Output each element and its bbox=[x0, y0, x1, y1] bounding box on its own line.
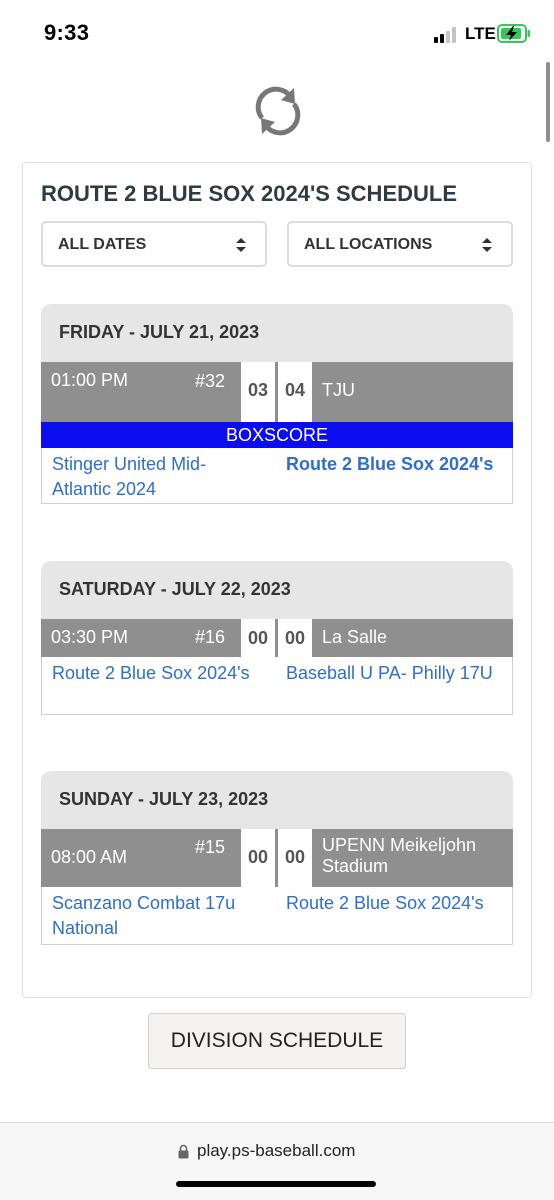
locations-select-value: ALL LOCATIONS bbox=[304, 236, 433, 253]
game-row[interactable]: 03:30 PM #16 00 00 La Salle bbox=[41, 619, 513, 657]
game-time: 03:30 PM bbox=[51, 627, 129, 647]
game-row[interactable]: 01:00 PM #32 03 04 TJU bbox=[41, 362, 513, 422]
teams-row: Route 2 Blue Sox 2024's Baseball U PA- P… bbox=[41, 657, 513, 715]
locations-select[interactable]: ALL LOCATIONS bbox=[287, 221, 513, 267]
network-label: LTE bbox=[465, 24, 496, 43]
refresh-icon[interactable] bbox=[254, 86, 302, 136]
game-number: #15 bbox=[195, 837, 226, 857]
select-arrows-icon bbox=[482, 238, 492, 252]
boxscore-link[interactable]: BOXSCORE bbox=[41, 422, 513, 448]
home-indicator[interactable] bbox=[176, 1181, 376, 1187]
team-link[interactable]: Route 2 Blue Sox 2024's bbox=[286, 891, 506, 916]
score-away: 00 bbox=[278, 829, 312, 887]
game-row[interactable]: 08:00 AM #15 00 00 UPENN Meikeljohn Stad… bbox=[41, 829, 513, 887]
status-bar: 9:33 LTE bbox=[0, 0, 554, 66]
division-schedule-button[interactable]: DIVISION SCHEDULE bbox=[148, 1013, 406, 1069]
day-block-friday: FRIDAY - JULY 21, 2023 01:00 PM #32 03 0… bbox=[41, 304, 513, 504]
dates-select[interactable]: ALL DATES bbox=[41, 221, 267, 267]
score-home: 00 bbox=[241, 829, 275, 887]
team-link[interactable]: Route 2 Blue Sox 2024's bbox=[52, 661, 252, 686]
team-link[interactable]: Stinger United Mid-Atlantic 2024 bbox=[52, 452, 252, 502]
game-number: #32 bbox=[195, 371, 226, 391]
game-time: 08:00 AM bbox=[51, 847, 128, 867]
day-header: FRIDAY - JULY 21, 2023 bbox=[41, 304, 513, 362]
game-location: TJU bbox=[322, 380, 355, 400]
score-away: 00 bbox=[278, 619, 312, 657]
team-link[interactable]: Scanzano Combat 17u National bbox=[52, 891, 252, 941]
status-time: 9:33 bbox=[44, 20, 90, 45]
score-home: 03 bbox=[241, 362, 275, 422]
schedule-title: ROUTE 2 BLUE SOX 2024'S SCHEDULE bbox=[41, 181, 458, 206]
day-header: SATURDAY - JULY 22, 2023 bbox=[41, 561, 513, 619]
scrollbar[interactable] bbox=[546, 62, 550, 142]
day-block-saturday: SATURDAY - JULY 22, 2023 03:30 PM #16 00… bbox=[41, 561, 513, 715]
day-block-sunday: SUNDAY - JULY 23, 2023 08:00 AM #15 00 0… bbox=[41, 771, 513, 945]
signal-icon bbox=[434, 27, 460, 43]
lock-icon bbox=[178, 1144, 189, 1159]
teams-row: Scanzano Combat 17u National Route 2 Blu… bbox=[41, 887, 513, 945]
score-away: 04 bbox=[278, 362, 312, 422]
schedule-card: ROUTE 2 BLUE SOX 2024'S SCHEDULE ALL DAT… bbox=[22, 162, 532, 998]
day-header: SUNDAY - JULY 23, 2023 bbox=[41, 771, 513, 829]
score-home: 00 bbox=[241, 619, 275, 657]
game-location: UPENN Meikeljohn Stadium bbox=[322, 835, 477, 876]
select-arrows-icon bbox=[236, 238, 246, 252]
game-location: La Salle bbox=[322, 627, 388, 647]
browser-url-bar[interactable]: play.ps-baseball.com bbox=[0, 1122, 554, 1200]
dates-select-value: ALL DATES bbox=[58, 236, 147, 253]
game-number: #16 bbox=[195, 627, 226, 647]
game-time: 01:00 PM bbox=[51, 370, 129, 390]
url-text[interactable]: play.ps-baseball.com bbox=[197, 1141, 355, 1161]
team-link[interactable]: Route 2 Blue Sox 2024's bbox=[286, 452, 506, 477]
teams-row: Stinger United Mid-Atlantic 2024 Route 2… bbox=[41, 448, 513, 504]
team-link[interactable]: Baseball U PA- Philly 17U bbox=[286, 661, 506, 686]
battery-charging-icon bbox=[497, 24, 530, 43]
